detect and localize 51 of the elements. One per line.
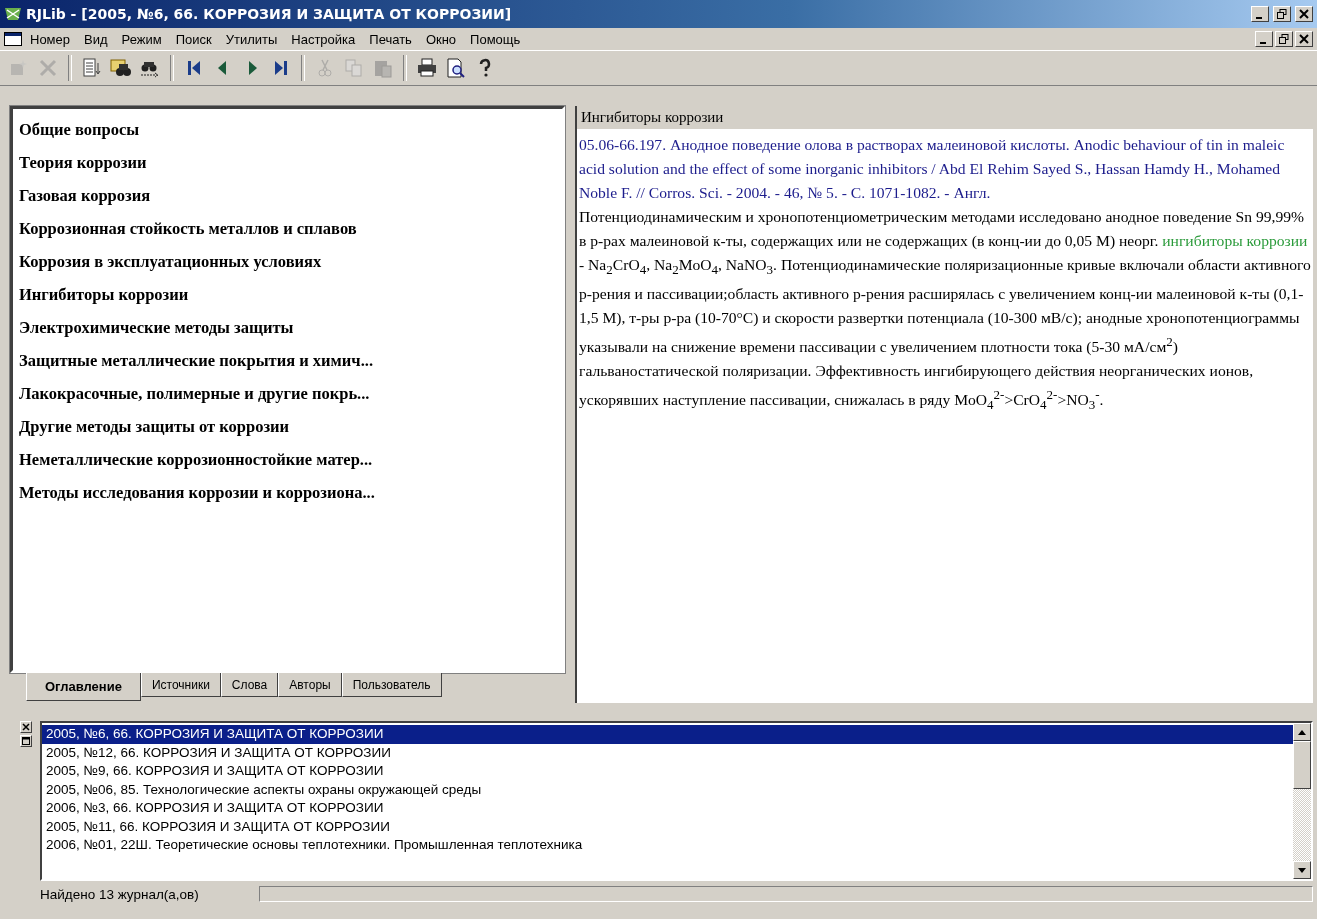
journal-item[interactable]: 2005, №06, 85. Технологические аспекты охраны окружающей среды xyxy=(42,780,1293,799)
tab[interactable]: Источники xyxy=(140,673,221,697)
section-heading: Ингибиторы коррозии xyxy=(577,106,1313,129)
tab[interactable]: Оглавление xyxy=(26,673,141,701)
journal-item[interactable]: 2005, №12, 66. КОРРОЗИЯ И ЗАЩИТА ОТ КОРРОЗИИ xyxy=(42,743,1293,762)
menu-item[interactable]: Вид xyxy=(78,29,114,49)
menu-item[interactable]: Режим xyxy=(115,29,168,49)
menu-item[interactable]: Поиск xyxy=(169,29,218,49)
contents-item[interactable]: Теория коррозии xyxy=(17,146,558,179)
scroll-up-icon[interactable] xyxy=(1298,729,1306,735)
journal-item[interactable]: 2005, №11, 66. КОРРОЗИЯ И ЗАЩИТА ОТ КОРРОЗИИ xyxy=(42,817,1293,836)
contents-item[interactable]: Защитные металлические покрытия и химич... xyxy=(17,344,558,377)
window-title: RJLib - [2005, №6, 66. КОРРОЗИЯ И ЗАЩИТА ОТ КОРРОЗИИ] xyxy=(26,6,512,22)
restore-icon[interactable] xyxy=(1275,31,1293,47)
menu-item[interactable]: Печать xyxy=(363,29,418,49)
document-window-icon[interactable] xyxy=(4,32,22,46)
tab[interactable]: Пользователь xyxy=(341,673,442,697)
contents-item[interactable]: Методы исследования коррозии и коррозиона... xyxy=(17,476,558,509)
maximize-icon[interactable] xyxy=(20,735,32,747)
minimize-icon[interactable] xyxy=(1251,6,1269,22)
journal-item[interactable]: 2005, №9, 66. КОРРОЗИЯ И ЗАЩИТА ОТ КОРРОЗИИ xyxy=(42,762,1293,781)
menu-item[interactable]: Настройка xyxy=(285,29,362,49)
contents-item[interactable]: Другие методы защиты от коррозии xyxy=(17,410,558,443)
article-abstract: Потенциодинамическим и хронопотенциометрическим методами исследовано анодное поведение Sn 99,99% в р-рах малеиновой к-ты, содержащих или не содержащих (в конц-ии до 0,05 М) неорг. ингибиторы коррозии - Na$_{2}$CrO$_{4}$, Na$_{2}$MoO$_{4}$, NaNO$_{3}$. Потенциодинамические поляризационные кривые включали области активного р-рения и пассивации;область активного р-рения расширялась с увеличением конц-ии малеиновой к-ты (0,1-1,5 М), т-ры р-ра (10-70°С) и скорости развертки потенциала (10-300 мВ/с); анодные хронопотенциограммы указывали на снижение времени пассивации с увеличением плотности тока (5-30 мА/см$^{2}$) гальваностатической поляризации. Эффективность ингибирующего действия неорганических ионов, ускорявших наступление пассивации, снижалась в ряду MoO$_{4}$$^{2-}$>CrO$_{4}$$^{2-}$>NO$_{3}$$^{-}$. xyxy=(579,207,1311,415)
contents-item[interactable]: Неметаллические коррозионностойкие матер... xyxy=(17,443,558,476)
contents-item[interactable]: Ингибиторы коррозии xyxy=(17,278,558,311)
contents-item[interactable]: Газовая коррозия xyxy=(17,179,558,212)
menu-item[interactable]: Утилиты xyxy=(219,29,284,49)
article-citation: 05.06-66.197. Анодное поведение олова в растворах малеиновой кислоты. Anodic behaviour of tin in maleic acid solution and the effect of some inorganic inhibitors / Abd El Rehim Sayed S., Hassan Hamdy H., Mohamed Noble F. // Corros. Sci. - 2004. - 46, № 5. - С. 1071-1082. - Англ. xyxy=(579,135,1286,203)
close-icon[interactable] xyxy=(20,721,32,733)
journal-item[interactable]: 2005, №6, 66. КОРРОЗИЯ И ЗАЩИТА ОТ КОРРОЗИИ xyxy=(42,725,1293,744)
contents-item[interactable]: Коррозионная стойкость металлов и сплавов xyxy=(17,212,558,245)
menu-item[interactable]: Номер xyxy=(24,29,76,49)
minimize-icon[interactable] xyxy=(1255,31,1273,47)
tab[interactable]: Слова xyxy=(220,673,279,697)
journal-item[interactable]: 2006, №01, 22Ш. Теоретические основы теплотехники. Промышленная теплотехника xyxy=(42,836,1293,855)
scrollbar[interactable] xyxy=(1293,723,1311,879)
status-text: Найдено 13 журнал(а,ов) xyxy=(40,886,199,902)
tab[interactable]: Авторы xyxy=(278,673,342,697)
journal-item[interactable]: 2006, №3, 66. КОРРОЗИЯ И ЗАЩИТА ОТ КОРРОЗИИ xyxy=(42,799,1293,818)
contents-item[interactable]: Общие вопросы xyxy=(17,113,558,146)
close-icon[interactable] xyxy=(1295,6,1313,22)
contents-item[interactable]: Коррозия в эксплуатационных условиях xyxy=(17,245,558,278)
contents-item[interactable]: Электрохимические методы защиты xyxy=(17,311,558,344)
app-logo-icon xyxy=(4,6,22,22)
menu-item[interactable]: Помощь xyxy=(464,29,527,49)
contents-item[interactable]: Лакокрасочные, полимерные и другие покрь... xyxy=(17,377,558,410)
menu-item[interactable]: Окно xyxy=(419,29,463,49)
close-icon[interactable] xyxy=(1295,31,1313,47)
scroll-down-icon[interactable] xyxy=(1298,867,1306,873)
restore-icon[interactable] xyxy=(1273,6,1291,22)
